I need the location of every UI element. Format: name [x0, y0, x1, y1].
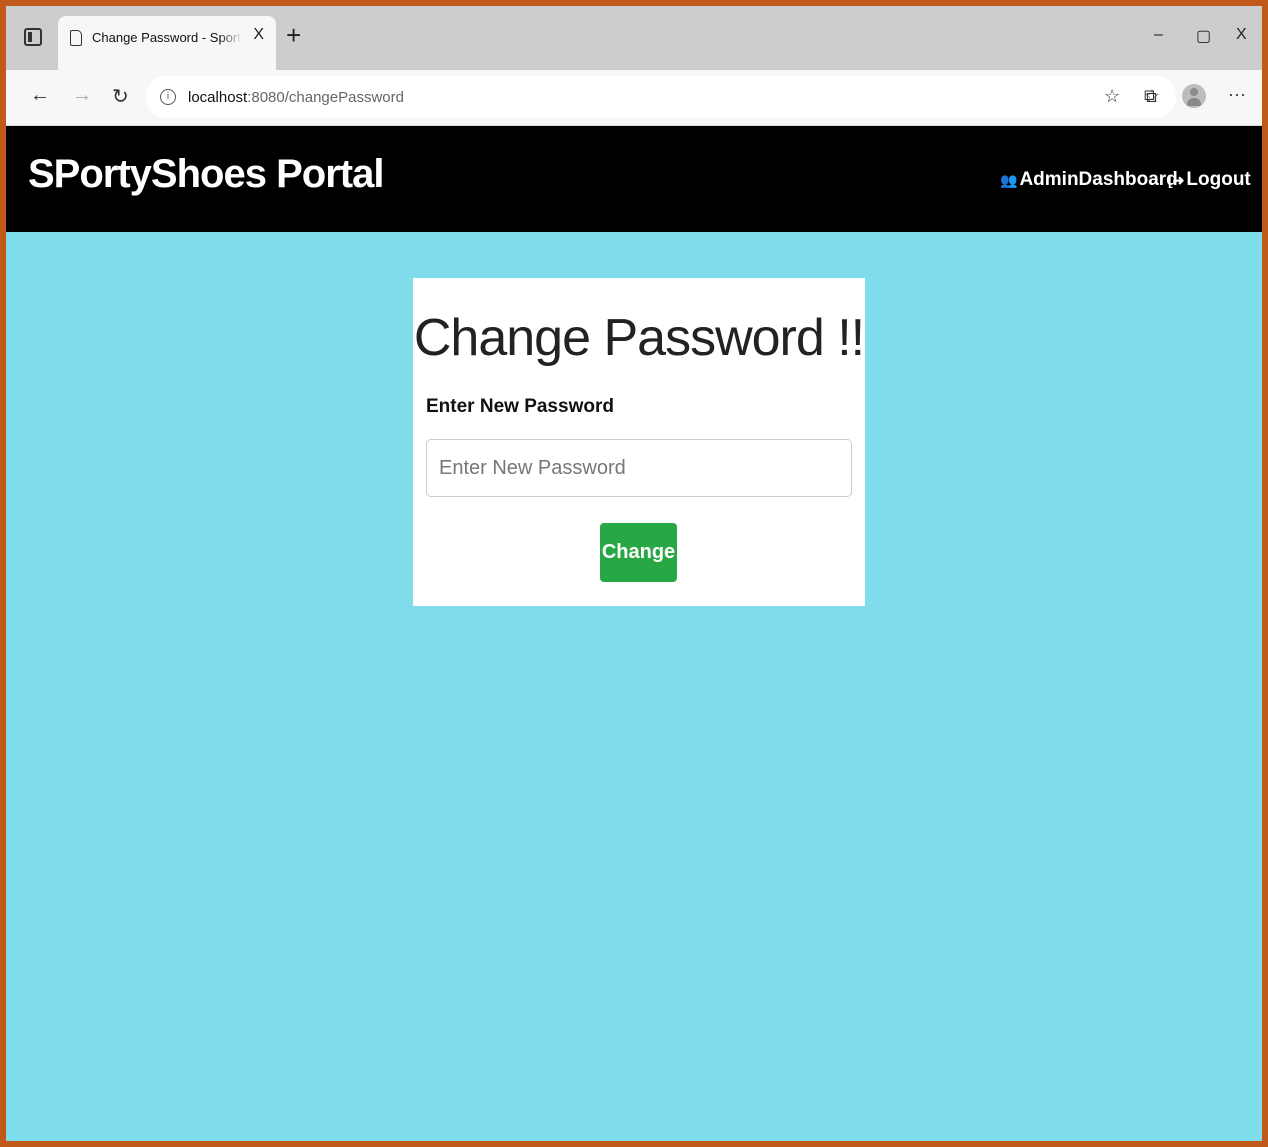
- sign-out-icon: [➜: [1168, 172, 1185, 188]
- page-icon: [70, 30, 82, 46]
- site-navbar: SPortyShoes Portal 👥 AdminDashboard [➜ Log…: [6, 126, 1262, 232]
- profile-avatar-icon[interactable]: [1182, 84, 1206, 108]
- logout-link[interactable]: [➜ Logout: [1168, 169, 1251, 191]
- users-icon: 👥: [1000, 172, 1018, 188]
- restore-button[interactable]: ▢: [1196, 26, 1211, 46]
- brand-title[interactable]: SPortyShoes Portal: [28, 152, 384, 197]
- more-menu-icon[interactable]: ···: [1228, 84, 1246, 105]
- page-title: Change Password !!: [413, 309, 865, 367]
- browser-tab[interactable]: Change Password - SportyShoes X: [58, 16, 276, 70]
- url-text[interactable]: localhost:8080/changePassword: [188, 89, 404, 106]
- info-icon[interactable]: i: [160, 89, 176, 105]
- new-password-input[interactable]: [426, 439, 852, 497]
- window-close-button[interactable]: X: [1236, 26, 1247, 44]
- tab-title: Change Password - SportyShoes: [92, 30, 242, 45]
- password-label: Enter New Password: [426, 396, 614, 417]
- collections-icon[interactable]: ⧉: [1144, 86, 1157, 107]
- tab-close-icon[interactable]: X: [253, 26, 264, 44]
- browser-window: Change Password - SportyShoes X + – ▢ X …: [6, 6, 1262, 1141]
- admin-dashboard-link[interactable]: 👥 AdminDashboard: [1000, 169, 1178, 191]
- refresh-icon[interactable]: ↻: [112, 84, 129, 109]
- address-bar-row: ← → ↻ i localhost:8080/changePassword ☆ …: [6, 70, 1262, 126]
- change-password-card: Change Password !! Enter New Password Ch…: [413, 278, 865, 606]
- back-arrow-icon[interactable]: ←: [30, 84, 50, 107]
- tab-actions-icon[interactable]: [24, 28, 42, 46]
- tab-strip: Change Password - SportyShoes X + – ▢ X: [6, 6, 1262, 70]
- change-button[interactable]: Change: [600, 523, 677, 582]
- address-bar[interactable]: i localhost:8080/changePassword ☆: [146, 76, 1176, 118]
- new-tab-button[interactable]: +: [286, 22, 301, 48]
- forward-arrow-icon[interactable]: →: [72, 84, 92, 107]
- minimize-button[interactable]: –: [1154, 26, 1163, 44]
- favorites-icon[interactable]: ☆: [1104, 86, 1120, 107]
